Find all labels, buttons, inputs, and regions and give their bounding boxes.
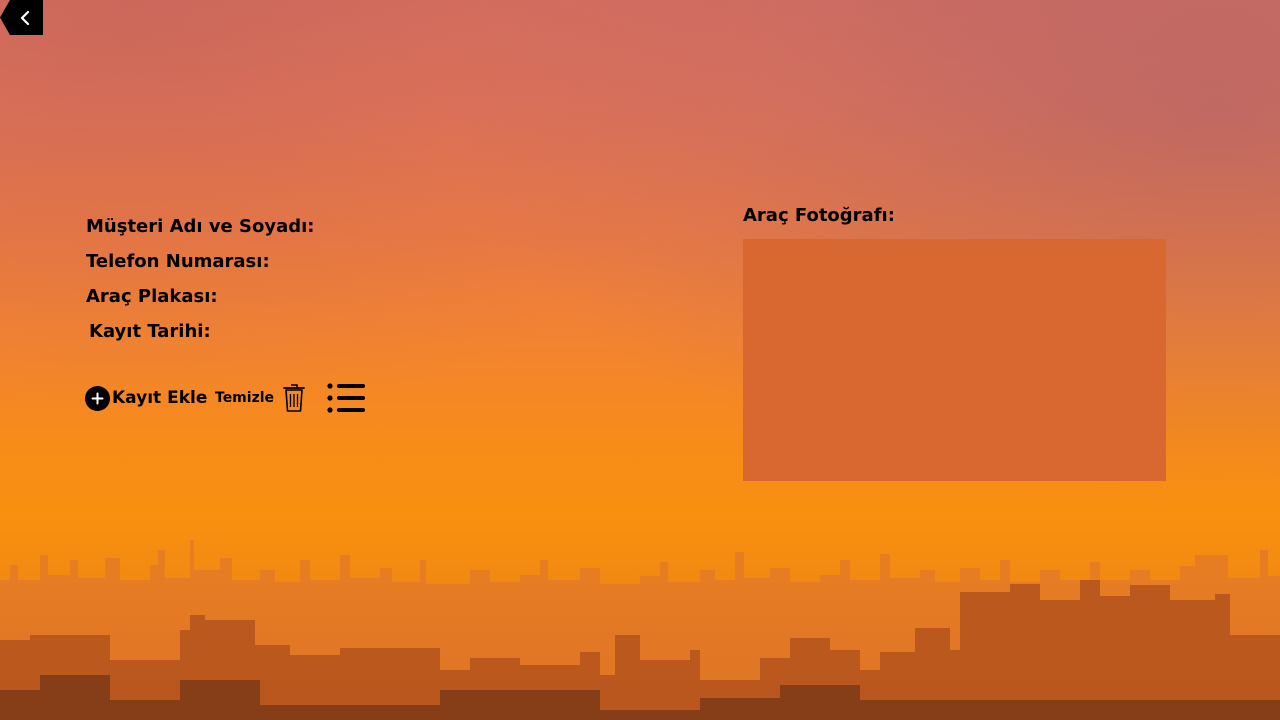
add-record-button[interactable]: Kayıt Ekle (85, 385, 207, 411)
back-button[interactable] (0, 0, 43, 35)
vehicle-photo-label: Araç Fotoğrafı: (743, 205, 895, 226)
trash-icon (283, 384, 305, 412)
vehicle-photo-box[interactable] (743, 239, 1166, 481)
city-skyline-background (0, 540, 1280, 720)
add-record-label: Kayıt Ekle (112, 388, 208, 408)
vehicle-plate-label: Araç Plakası: (86, 286, 218, 307)
phone-number-label: Telefon Numarası: (86, 251, 270, 272)
plus-circle-icon (85, 385, 110, 411)
customer-name-label: Müşteri Adı ve Soyadı: (86, 216, 315, 237)
clear-button[interactable]: Temizle (215, 383, 305, 413)
list-icon[interactable] (327, 382, 366, 414)
registration-date-label: Kayıt Tarihi: (89, 321, 211, 342)
clear-label: Temizle (215, 390, 275, 406)
chevron-left-icon (20, 10, 29, 25)
